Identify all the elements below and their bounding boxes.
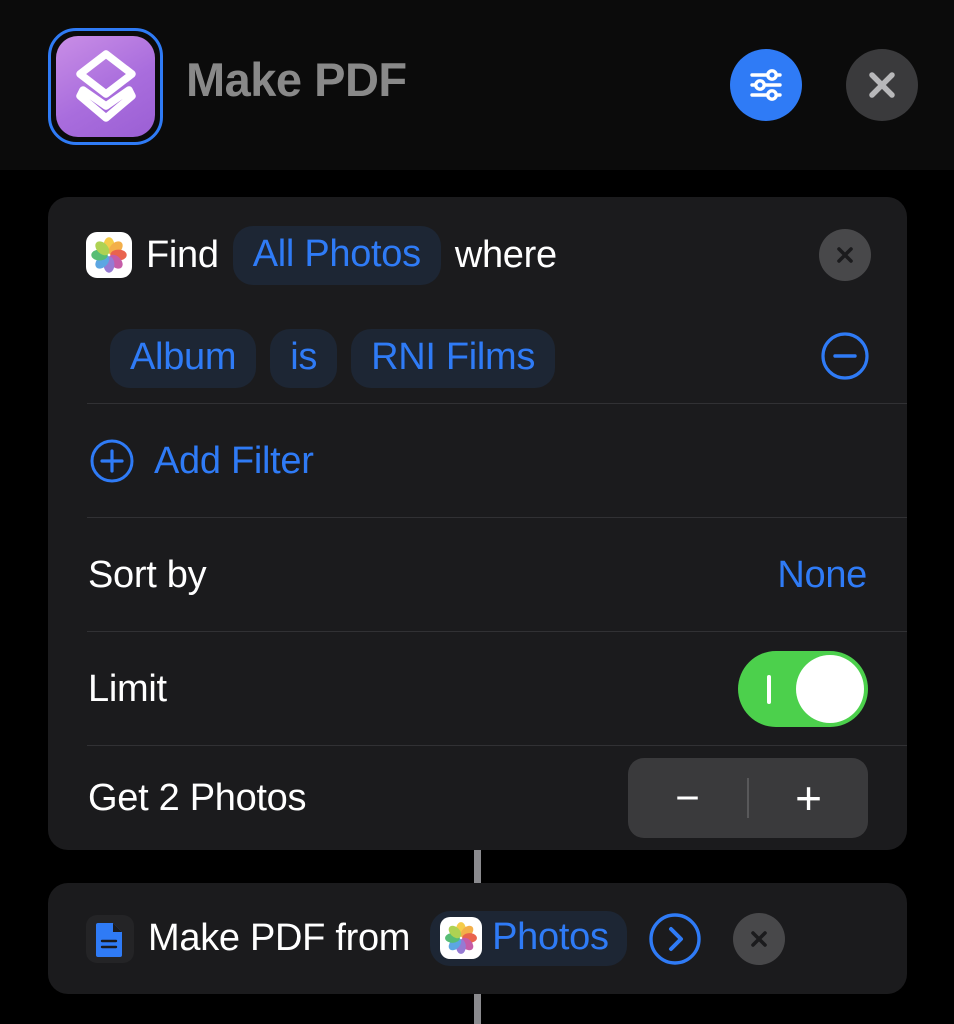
get-count-label: Get 2 Photos: [88, 776, 307, 819]
minus-circle-icon: [821, 331, 869, 380]
shortcut-icon-button[interactable]: [48, 28, 163, 145]
photos-app-icon: [86, 232, 132, 278]
pdf-input-token[interactable]: Photos: [430, 911, 627, 966]
action-connector-line: [474, 994, 481, 1024]
sort-by-label: Sort by: [88, 553, 207, 596]
sort-by-row[interactable]: Sort by None: [48, 518, 907, 632]
photos-app-icon: [440, 916, 483, 959]
remove-filter-button[interactable]: [819, 330, 871, 387]
stepper-decrement-button[interactable]: −: [628, 758, 747, 838]
shortcut-layers-icon: [56, 36, 155, 137]
filter-operator-token[interactable]: is: [270, 328, 338, 388]
plus-icon: +: [795, 772, 822, 824]
remove-action-button[interactable]: [819, 229, 871, 281]
minus-icon: −: [675, 774, 700, 821]
stepper-increment-button[interactable]: +: [749, 758, 868, 838]
limit-toggle[interactable]: [738, 651, 868, 727]
settings-button[interactable]: [730, 49, 802, 121]
toggle-knob: [796, 655, 864, 723]
make-pdf-label: Make PDF from: [148, 917, 411, 959]
chevron-right-icon: [648, 912, 701, 965]
limit-label: Limit: [88, 667, 167, 710]
sliders-icon: [750, 69, 782, 101]
find-label: Find: [146, 233, 219, 276]
document-icon: [86, 914, 134, 963]
make-pdf-action-card[interactable]: Make PDF from Photos: [48, 883, 907, 994]
editor-header: Make PDF: [0, 0, 954, 170]
add-filter-label[interactable]: Add Filter: [154, 440, 314, 483]
close-button[interactable]: [846, 49, 918, 121]
action-connector-line: [474, 850, 481, 883]
sort-by-value[interactable]: None: [777, 554, 867, 597]
find-photos-action-card[interactable]: Find All Photos where Album is RNI Films: [48, 197, 907, 850]
pdf-input-token-label: Photos: [492, 916, 609, 958]
where-label: where: [454, 233, 557, 276]
page-title: Make PDF: [186, 53, 407, 106]
make-pdf-row[interactable]: Make PDF from Photos: [48, 883, 907, 994]
source-token[interactable]: All Photos: [232, 225, 441, 285]
shortcut-editor-screen: Make PDF Find All Photos where Album is …: [0, 0, 954, 1024]
filter-row[interactable]: Album is RNI Films: [48, 313, 907, 403]
plus-circle-icon: [88, 437, 136, 485]
toggle-tick: [767, 675, 771, 704]
find-row[interactable]: Find All Photos where: [48, 197, 907, 313]
get-count-row: Get 2 Photos − +: [48, 746, 907, 850]
close-icon: [837, 247, 853, 263]
filter-attribute-token[interactable]: Album: [110, 328, 257, 388]
filter-value-token[interactable]: RNI Films: [351, 328, 556, 388]
limit-row: Limit: [48, 632, 907, 746]
close-icon: [869, 72, 895, 98]
add-filter-row[interactable]: Add Filter: [48, 404, 907, 518]
remove-action-button[interactable]: [732, 912, 785, 965]
count-stepper[interactable]: − +: [628, 758, 868, 838]
expand-action-button[interactable]: [647, 911, 703, 967]
close-icon: [750, 930, 767, 947]
